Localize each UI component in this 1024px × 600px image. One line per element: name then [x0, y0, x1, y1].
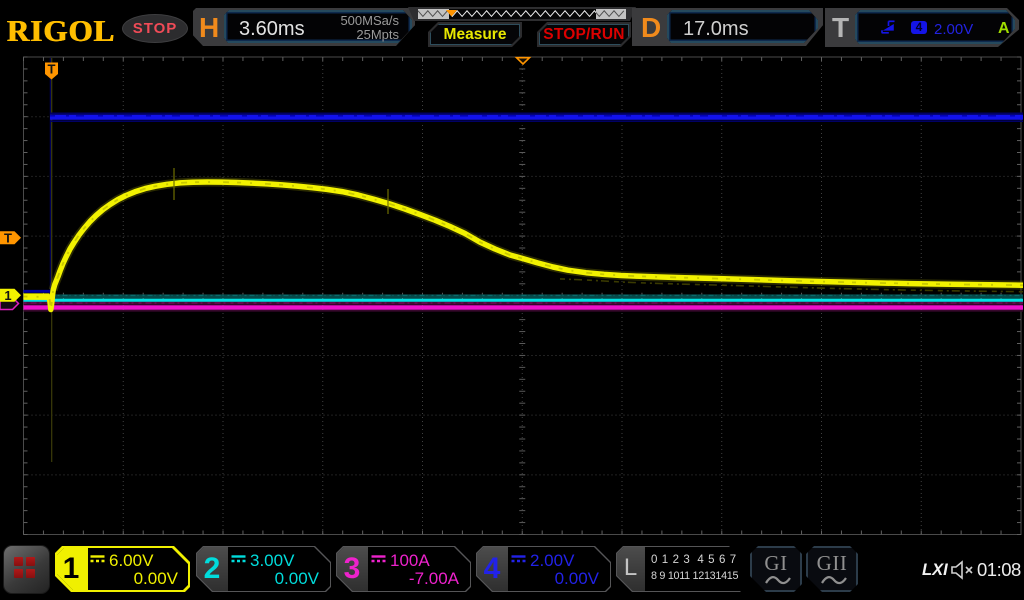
- svg-text:1: 1: [4, 288, 11, 303]
- svg-text:T: T: [4, 230, 12, 245]
- svg-text:T: T: [48, 62, 56, 77]
